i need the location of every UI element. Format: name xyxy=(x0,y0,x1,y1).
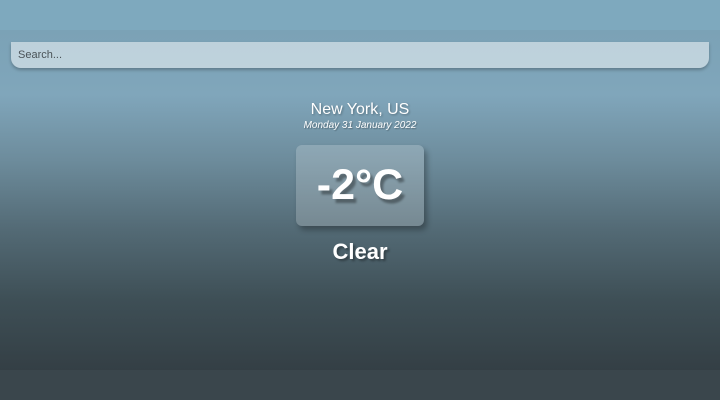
weather-condition: Clear xyxy=(332,239,388,264)
temperature-value: -2°C xyxy=(316,161,404,209)
date-label: Monday 31 January 2022 xyxy=(303,120,417,131)
temperature-box: -2°C xyxy=(296,145,424,226)
weather-app: New York, US Monday 31 January 2022 -2°C… xyxy=(0,0,720,370)
top-band xyxy=(0,0,720,30)
search-box xyxy=(11,42,709,68)
footer-band xyxy=(0,370,720,400)
location-name: New York, US xyxy=(310,101,410,118)
search-input[interactable] xyxy=(11,42,709,68)
